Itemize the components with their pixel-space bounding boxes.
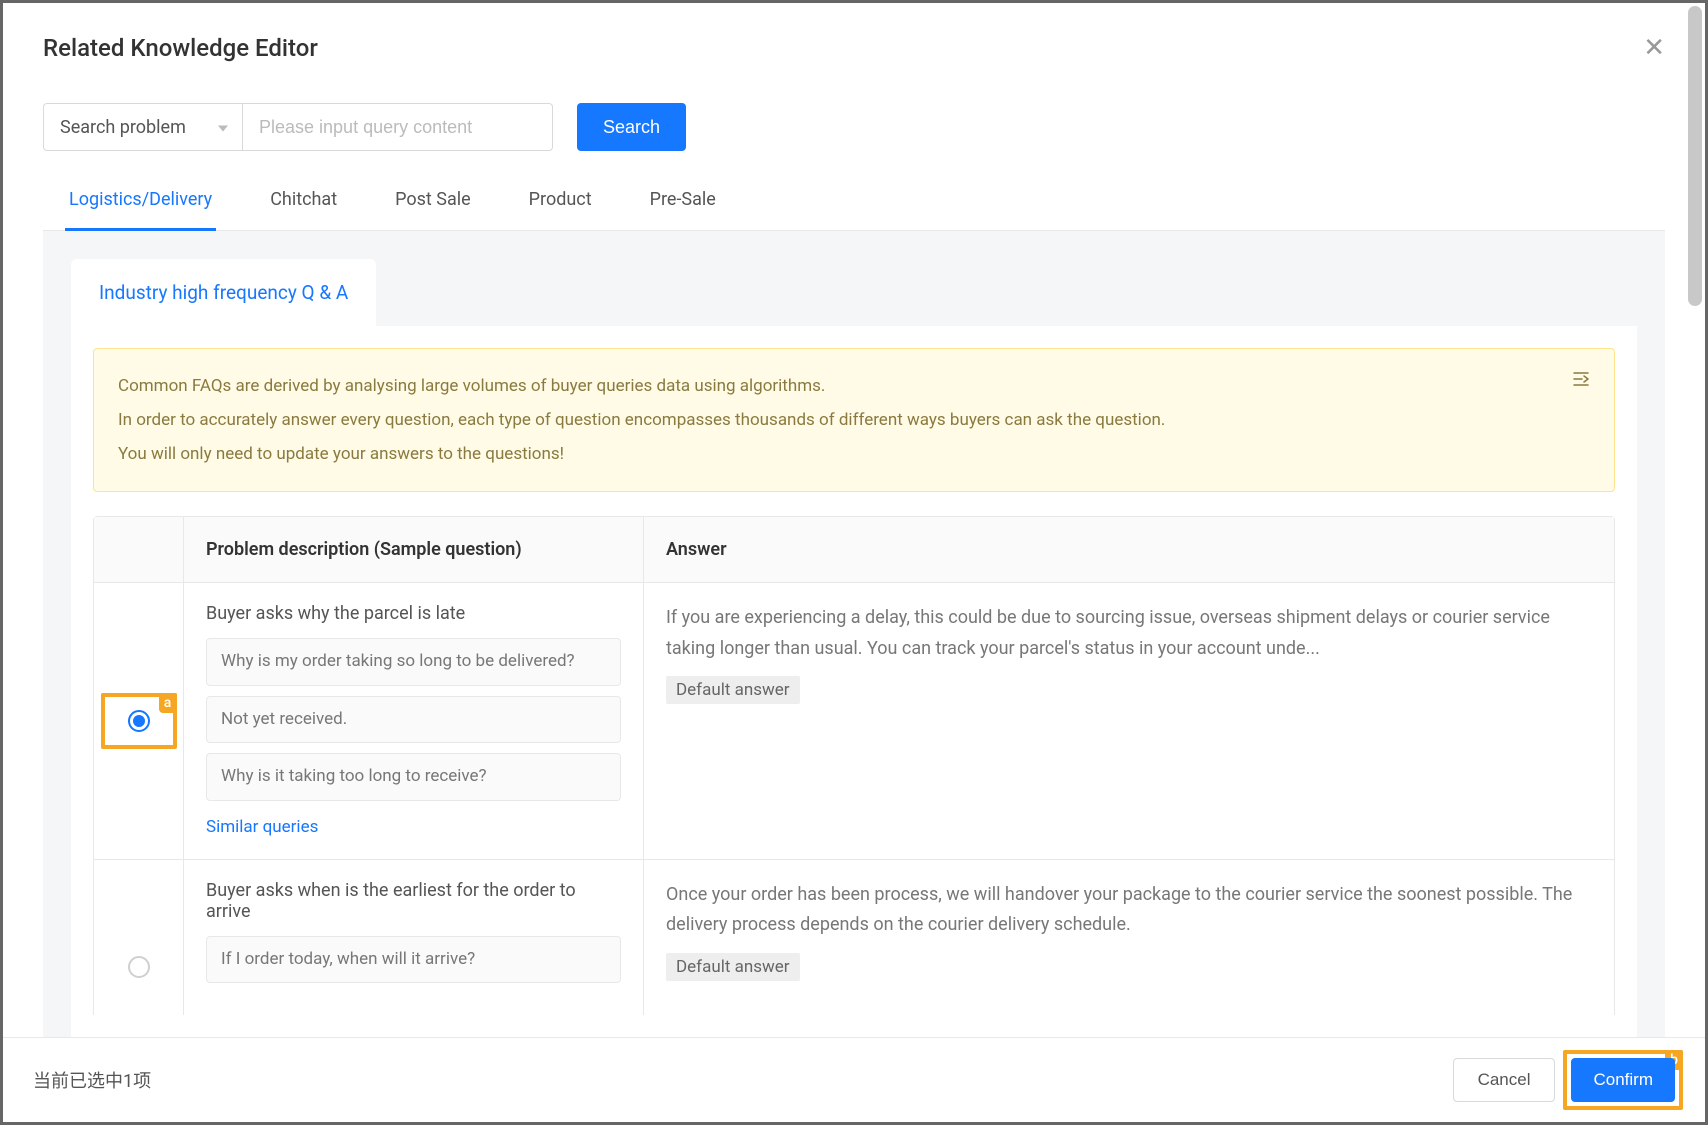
default-answer-badge: Default answer <box>666 676 800 704</box>
modal-footer: 当前已选中1项 Cancel b Confirm <box>3 1037 1705 1122</box>
highlight-badge-a: a <box>159 693 177 713</box>
modal-header: Related Knowledge Editor ✕ <box>3 3 1705 83</box>
category-tabs: Logistics/Delivery Chitchat Post Sale Pr… <box>43 175 1665 231</box>
info-banner-text: Common FAQs are derived by analysing lar… <box>118 369 1165 471</box>
row-radio[interactable] <box>128 710 150 732</box>
row-select-cell: a <box>94 583 184 859</box>
tab-pre-sale[interactable]: Pre-Sale <box>646 175 720 231</box>
sample-question: Not yet received. <box>206 696 621 744</box>
row-problem-cell: Buyer asks why the parcel is late Why is… <box>184 583 644 859</box>
default-answer-badge: Default answer <box>666 953 800 981</box>
row-answer-cell: If you are experiencing a delay, this co… <box>644 583 1614 859</box>
row-radio[interactable] <box>128 956 150 978</box>
table-header: Problem description (Sample question) An… <box>94 517 1614 583</box>
modal-title: Related Knowledge Editor <box>43 34 318 62</box>
header-answer: Answer <box>644 517 1614 582</box>
info-line-1: Common FAQs are derived by analysing lar… <box>118 369 1165 403</box>
row-problem-cell: Buyer asks when is the earliest for the … <box>184 860 644 1016</box>
sample-question: If I order today, when will it arrive? <box>206 936 621 984</box>
sample-question: Why is it taking too long to receive? <box>206 753 621 801</box>
answer-text: If you are experiencing a delay, this co… <box>666 603 1592 664</box>
tab-logistics-delivery[interactable]: Logistics/Delivery <box>65 175 216 231</box>
similar-queries-link[interactable]: Similar queries <box>206 817 318 837</box>
sub-tab-industry-faq[interactable]: Industry high frequency Q & A <box>71 259 376 326</box>
search-button[interactable]: Search <box>577 103 686 151</box>
collapse-icon[interactable] <box>1572 371 1590 392</box>
problem-title: Buyer asks when is the earliest for the … <box>206 880 621 922</box>
tab-chitchat[interactable]: Chitchat <box>266 175 341 231</box>
qa-table: Problem description (Sample question) An… <box>93 516 1615 1015</box>
sub-tabs: Industry high frequency Q & A <box>71 259 1637 326</box>
header-select-col <box>94 517 184 582</box>
search-type-select[interactable]: Search problem <box>43 103 243 151</box>
row-answer-cell: Once your order has been process, we wil… <box>644 860 1614 1016</box>
tab-post-sale[interactable]: Post Sale <box>391 175 475 231</box>
search-type-label: Search problem <box>60 117 186 138</box>
sample-question: Why is my order taking so long to be del… <box>206 638 621 686</box>
content-panel: Industry high frequency Q & A Common FAQ… <box>43 231 1665 1037</box>
modal: Related Knowledge Editor ✕ Search proble… <box>0 0 1708 1125</box>
table-row: Buyer asks when is the earliest for the … <box>94 860 1614 1016</box>
info-line-3: You will only need to update your answer… <box>118 437 1165 471</box>
row-select-cell <box>94 860 184 1016</box>
white-card: Common FAQs are derived by analysing lar… <box>71 326 1637 1037</box>
search-row: Search problem Search <box>43 103 1665 151</box>
cancel-button[interactable]: Cancel <box>1453 1058 1556 1102</box>
table-row: a Buyer asks why the parcel is late Why … <box>94 583 1614 860</box>
selection-status: 当前已选中1项 <box>33 1067 151 1093</box>
header-problem: Problem description (Sample question) <box>184 517 644 582</box>
info-line-2: In order to accurately answer every ques… <box>118 403 1165 437</box>
answer-text: Once your order has been process, we wil… <box>666 880 1592 941</box>
close-icon[interactable]: ✕ <box>1643 33 1665 63</box>
footer-actions: Cancel b Confirm <box>1453 1058 1675 1102</box>
problem-title: Buyer asks why the parcel is late <box>206 603 621 624</box>
modal-body: Search problem Search Logistics/Delivery… <box>3 83 1705 1037</box>
confirm-button[interactable]: Confirm <box>1571 1058 1675 1102</box>
info-banner: Common FAQs are derived by analysing lar… <box>93 348 1615 492</box>
tab-product[interactable]: Product <box>525 175 596 231</box>
search-input[interactable] <box>243 103 553 151</box>
